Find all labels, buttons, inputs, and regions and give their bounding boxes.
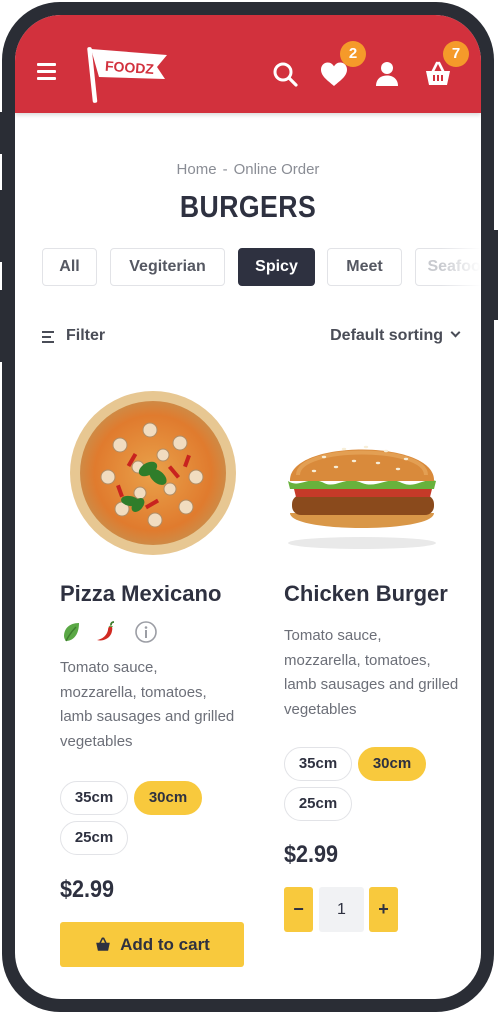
size-option-35cm[interactable]: 35cm — [60, 781, 128, 815]
size-option-30cm[interactable]: 30cm — [358, 747, 426, 781]
leaf-icon — [64, 623, 79, 642]
sorting-label: Default sorting — [330, 327, 443, 344]
add-to-cart-button[interactable]: Add to cart — [60, 922, 244, 967]
foodz-logo[interactable]: FOODZ — [85, 41, 171, 103]
product-price: $2.99 — [284, 841, 339, 868]
product-price: $2.99 — [60, 876, 115, 903]
user-icon[interactable] — [372, 59, 402, 89]
breadcrumb-current: Online Order — [233, 161, 320, 178]
quantity-decrement-button[interactable]: − — [284, 887, 313, 932]
filter-label: Filter — [66, 327, 106, 344]
phone-frame: FOODZ 2 7 Home - Online Order BURGERS Al… — [2, 2, 494, 1012]
product-name[interactable]: Chicken Burger — [284, 581, 448, 607]
quantity-increment-button[interactable]: + — [369, 887, 398, 932]
size-option-30cm[interactable]: 30cm — [134, 781, 202, 815]
chevron-down-icon — [450, 327, 461, 338]
basket-icon — [96, 937, 110, 951]
product-image-pizza[interactable] — [60, 385, 250, 565]
chili-icon — [97, 621, 115, 641]
breadcrumb-home-link[interactable]: Home — [177, 161, 217, 178]
wishlist-count-badge: 2 — [340, 41, 366, 67]
app-header: FOODZ 2 7 — [15, 15, 481, 113]
product-name[interactable]: Pizza Mexicano — [60, 581, 221, 607]
breadcrumb: Home - Online Order — [15, 161, 481, 178]
filter-icon — [42, 331, 56, 345]
product-description: Tomato sauce, mozzarella, tomatoes, lamb… — [60, 659, 235, 750]
breadcrumb-separator: - — [222, 161, 228, 178]
sorting-dropdown[interactable]: Default sorting — [330, 327, 461, 349]
add-to-cart-label: Add to cart — [120, 935, 210, 954]
phone-screen: FOODZ 2 7 Home - Online Order BURGERS Al… — [15, 15, 481, 999]
tab-vegiterian[interactable]: Vegiterian — [110, 248, 225, 286]
tab-all[interactable]: All — [42, 248, 97, 286]
product-description: Tomato sauce, mozzarella, tomatoes, lamb… — [284, 627, 459, 718]
product-image-burger[interactable] — [284, 385, 474, 565]
tab-spicy[interactable]: Spicy — [238, 248, 315, 286]
cart-count-badge: 7 — [443, 41, 469, 67]
tab-seafood[interactable]: Seafood — [415, 248, 481, 286]
size-option-35cm[interactable]: 35cm — [284, 747, 352, 781]
page-title: BURGERS — [179, 189, 317, 224]
info-icon[interactable] — [134, 620, 158, 644]
menu-icon[interactable] — [37, 61, 57, 81]
category-tabs: All Vegiterian Spicy Meet Seafood — [42, 248, 481, 288]
size-option-25cm[interactable]: 25cm — [60, 821, 128, 855]
quantity-value[interactable]: 1 — [319, 887, 364, 932]
search-icon[interactable] — [270, 59, 300, 89]
tab-meet[interactable]: Meet — [327, 248, 402, 286]
size-option-25cm[interactable]: 25cm — [284, 787, 352, 821]
